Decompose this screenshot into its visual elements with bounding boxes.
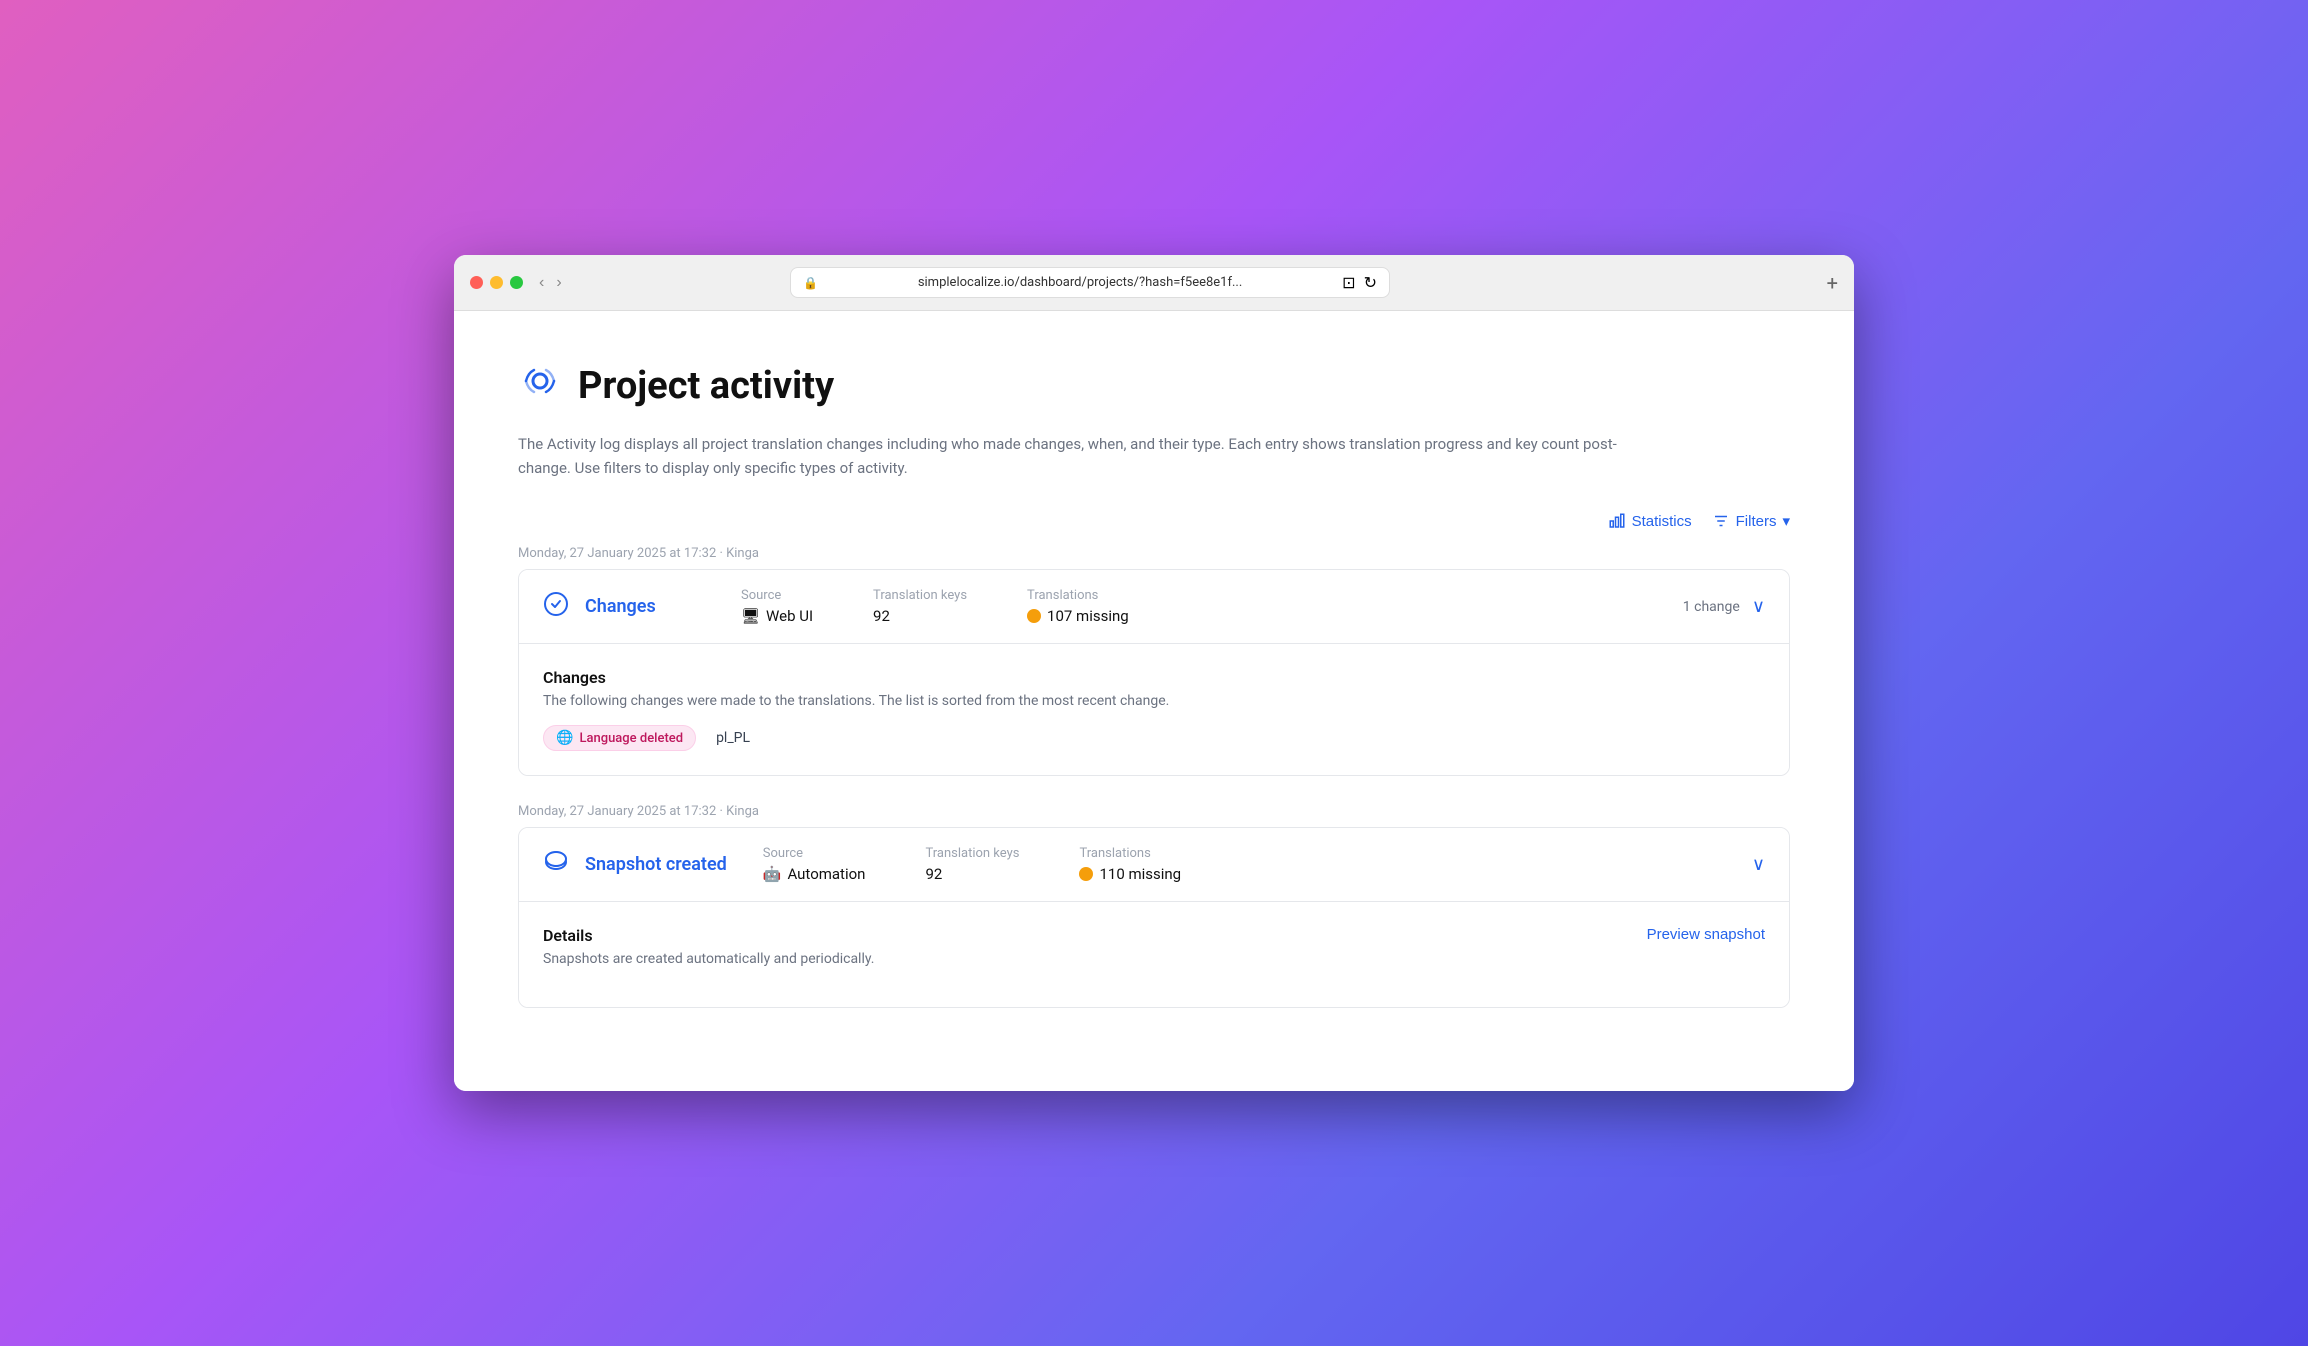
activity-icon bbox=[518, 359, 562, 412]
keys-field-value-2: 92 bbox=[925, 865, 1019, 883]
details-title: Details bbox=[543, 926, 874, 945]
activity-fields-2: Source 🤖 Automation Translation keys 92 … bbox=[763, 846, 1736, 883]
translations-field-1: Translations 107 missing bbox=[1027, 588, 1129, 625]
activity-actions-1: 1 change ∨ bbox=[1683, 596, 1765, 617]
translations-field-value-1: 107 missing bbox=[1027, 607, 1129, 625]
globe-icon: 🌐 bbox=[556, 730, 573, 746]
source-field-label-1: Source bbox=[741, 588, 813, 603]
forward-button[interactable]: › bbox=[552, 272, 565, 294]
keys-field-1: Translation keys 92 bbox=[873, 588, 967, 625]
automation-icon: 🤖 bbox=[763, 865, 782, 883]
filter-icon bbox=[1712, 512, 1730, 530]
activity-card-header-2: Snapshot created Source 🤖 Automation Tra… bbox=[519, 828, 1789, 901]
translations-field-label-2: Translations bbox=[1079, 846, 1181, 861]
changes-label: Changes bbox=[585, 596, 705, 617]
page-header: Project activity bbox=[518, 359, 1790, 412]
expand-button-2[interactable]: ∨ bbox=[1752, 854, 1765, 875]
changes-body-title: Changes bbox=[543, 668, 1765, 687]
keys-field-value-1: 92 bbox=[873, 607, 967, 625]
source-field-1: Source 🖥 Web UI bbox=[741, 588, 813, 625]
nav-buttons: ‹ › bbox=[535, 272, 566, 294]
expand-button-1[interactable]: ∨ bbox=[1752, 596, 1765, 617]
status-dot-1 bbox=[1027, 609, 1041, 623]
snapshot-icon bbox=[543, 849, 569, 881]
translations-field-value-2: 110 missing bbox=[1079, 865, 1181, 883]
translations-field-2: Translations 110 missing bbox=[1079, 846, 1181, 883]
traffic-light-fullscreen[interactable] bbox=[510, 276, 523, 289]
snapshot-label: Snapshot created bbox=[585, 854, 727, 875]
activity-card-2: Snapshot created Source 🤖 Automation Tra… bbox=[518, 827, 1790, 1008]
browser-window: ‹ › 🔒 simplelocalize.io/dashboard/projec… bbox=[454, 255, 1854, 1091]
details-desc: Snapshots are created automatically and … bbox=[543, 951, 874, 967]
filters-button[interactable]: Filters ▾ bbox=[1712, 512, 1790, 530]
activity-card-1: Changes Source 🖥 Web UI Translation keys… bbox=[518, 569, 1790, 776]
activity-group-2: Monday, 27 January 2025 at 17:32 · Kinga… bbox=[518, 804, 1790, 1008]
keys-field-label-1: Translation keys bbox=[873, 588, 967, 603]
toolbar: Statistics Filters ▾ bbox=[518, 512, 1790, 530]
statistics-button[interactable]: Statistics bbox=[1608, 512, 1692, 530]
keys-field-2: Translation keys 92 bbox=[925, 846, 1019, 883]
back-button[interactable]: ‹ bbox=[535, 272, 548, 294]
source-field-value-2: 🤖 Automation bbox=[763, 865, 866, 883]
reload-icon[interactable]: ↻ bbox=[1364, 273, 1377, 292]
lock-icon: 🔒 bbox=[803, 276, 818, 290]
traffic-light-minimize[interactable] bbox=[490, 276, 503, 289]
translations-field-label-1: Translations bbox=[1027, 588, 1129, 603]
activity-card-header-1: Changes Source 🖥 Web UI Translation keys… bbox=[519, 570, 1789, 643]
activity-fields-1: Source 🖥 Web UI Translation keys 92 Tran… bbox=[741, 588, 1667, 625]
activity-actions-2: ∨ bbox=[1752, 854, 1765, 875]
page-description: The Activity log displays all project tr… bbox=[518, 432, 1618, 480]
address-bar[interactable]: 🔒 simplelocalize.io/dashboard/projects/?… bbox=[790, 267, 1390, 298]
changes-body-desc: The following changes were made to the t… bbox=[543, 693, 1765, 709]
source-field-2: Source 🤖 Automation bbox=[763, 846, 866, 883]
language-deleted-tag: 🌐 Language deleted bbox=[543, 725, 696, 751]
page-content: Project activity The Activity log displa… bbox=[454, 311, 1854, 1091]
preview-snapshot-button[interactable]: Preview snapshot bbox=[1647, 926, 1765, 943]
source-field-value-1: 🖥 Web UI bbox=[741, 607, 813, 625]
source-field-label-2: Source bbox=[763, 846, 866, 861]
change-row-1: 🌐 Language deleted pl_PL bbox=[543, 725, 1765, 751]
activity-meta-1: Monday, 27 January 2025 at 17:32 · Kinga bbox=[518, 546, 1790, 561]
changes-icon bbox=[543, 591, 569, 623]
bar-chart-icon bbox=[1608, 512, 1626, 530]
traffic-light-close[interactable] bbox=[470, 276, 483, 289]
url-text: simplelocalize.io/dashboard/projects/?ha… bbox=[826, 275, 1334, 290]
cast-icon: ⊡ bbox=[1342, 273, 1355, 292]
chevron-down-icon: ▾ bbox=[1782, 512, 1790, 530]
activity-card-body-2: Details Snapshots are created automatica… bbox=[519, 901, 1789, 1007]
details-text: Details Snapshots are created automatica… bbox=[543, 926, 874, 983]
activity-meta-2: Monday, 27 January 2025 at 17:32 · Kinga bbox=[518, 804, 1790, 819]
keys-field-label-2: Translation keys bbox=[925, 846, 1019, 861]
traffic-lights bbox=[470, 276, 523, 289]
change-count-1: 1 change bbox=[1683, 599, 1740, 615]
filters-label: Filters bbox=[1736, 513, 1777, 530]
details-section: Details Snapshots are created automatica… bbox=[543, 926, 1765, 983]
new-tab-button[interactable]: + bbox=[1827, 271, 1838, 295]
status-dot-2 bbox=[1079, 867, 1093, 881]
statistics-label: Statistics bbox=[1632, 513, 1692, 530]
change-tag-value: pl_PL bbox=[716, 730, 750, 746]
monitor-icon: 🖥 bbox=[741, 607, 760, 625]
activity-card-body-1: Changes The following changes were made … bbox=[519, 643, 1789, 775]
activity-group-1: Monday, 27 January 2025 at 17:32 · Kinga… bbox=[518, 546, 1790, 776]
browser-chrome: ‹ › 🔒 simplelocalize.io/dashboard/projec… bbox=[454, 255, 1854, 311]
page-title: Project activity bbox=[578, 364, 834, 408]
